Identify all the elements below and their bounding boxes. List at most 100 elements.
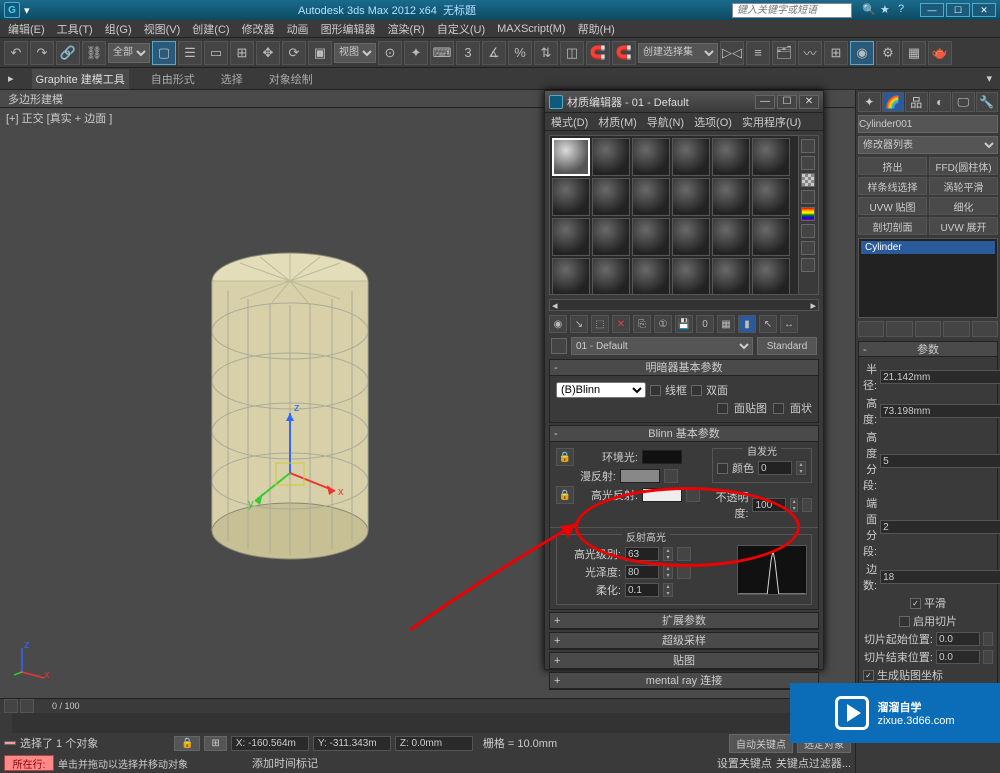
material-slot[interactable]	[712, 218, 750, 256]
gloss-input[interactable]	[625, 565, 659, 579]
curve-editor-icon[interactable]: 〰	[798, 41, 822, 65]
slicefrom-input[interactable]	[936, 632, 980, 646]
specular-swatch[interactable]	[642, 488, 682, 502]
rollout-extended[interactable]: 扩展参数	[550, 613, 818, 629]
mod-btn-splinesel[interactable]: 样条线选择	[858, 177, 927, 195]
angle-snap-icon[interactable]: ∡	[482, 41, 506, 65]
render-setup-icon[interactable]: ⚙	[876, 41, 900, 65]
material-slot[interactable]	[552, 138, 590, 176]
twoside-checkbox[interactable]	[691, 385, 702, 396]
named-sel-set[interactable]: 创建选择集	[638, 43, 718, 63]
go-sibling-icon[interactable]: ↔	[780, 315, 798, 333]
soften-input[interactable]	[625, 583, 659, 597]
material-slot[interactable]	[672, 218, 710, 256]
matmenu-material[interactable]: 材质(M)	[598, 114, 637, 130]
put-to-lib-icon[interactable]: 💾	[675, 315, 693, 333]
configure-sets-icon[interactable]	[972, 321, 998, 337]
genmap-checkbox[interactable]	[863, 670, 874, 681]
rollout-maps[interactable]: 贴图	[550, 653, 818, 669]
material-slot[interactable]	[752, 218, 790, 256]
pin-stack-icon[interactable]	[858, 321, 884, 337]
make-unique-icon[interactable]: ①	[654, 315, 672, 333]
magnet-icon[interactable]: 🧲	[586, 41, 610, 65]
go-parent-icon[interactable]: ↖	[759, 315, 777, 333]
rollout-shader-basic[interactable]: 明暗器基本参数	[550, 360, 818, 376]
show-end-icon[interactable]: ▮	[738, 315, 756, 333]
radius-input[interactable]	[880, 370, 1000, 384]
redo-icon[interactable]: ↷	[30, 41, 54, 65]
video-check-icon[interactable]	[801, 207, 815, 221]
soften-spinner[interactable]	[663, 583, 673, 597]
material-slot[interactable]	[672, 258, 710, 294]
app-logo[interactable]: G	[4, 2, 20, 18]
material-slot[interactable]	[552, 218, 590, 256]
diffuse-map-button[interactable]	[664, 469, 678, 483]
mod-btn-tessellate[interactable]: 细化	[929, 197, 998, 215]
minimize-button[interactable]: —	[920, 3, 944, 17]
mod-btn-unwrap[interactable]: UVW 展开	[929, 217, 998, 235]
help-search-input[interactable]	[732, 3, 852, 18]
material-editor-icon[interactable]: ◉	[850, 41, 874, 65]
spinner-snap-icon[interactable]: ⇅	[534, 41, 558, 65]
rollout-params[interactable]: 参数	[858, 341, 998, 357]
lock-ambient-icon[interactable]: 🔒	[556, 448, 574, 466]
window-crossing-icon[interactable]: ⊞	[230, 41, 254, 65]
material-slot[interactable]	[632, 258, 670, 294]
undo-icon[interactable]: ↶	[4, 41, 28, 65]
rollout-supersample[interactable]: 超级采样	[550, 633, 818, 649]
facemap-checkbox[interactable]	[717, 403, 728, 414]
menu-help[interactable]: 帮助(H)	[578, 21, 615, 37]
show-in-vp-icon[interactable]: ▦	[717, 315, 735, 333]
create-tab-icon[interactable]: ✦	[858, 92, 881, 112]
move-icon[interactable]: ✥	[256, 41, 280, 65]
reset-map-icon[interactable]: ✕	[612, 315, 630, 333]
matmenu-options[interactable]: 选项(O)	[694, 114, 732, 130]
ribbon-tab-selection[interactable]: 选择	[217, 69, 247, 89]
make-preview-icon[interactable]	[801, 224, 815, 238]
si-value-input[interactable]	[758, 461, 792, 475]
material-slot[interactable]	[632, 138, 670, 176]
menu-rendering[interactable]: 渲染(R)	[388, 21, 425, 37]
time-slider[interactable]: 0 / 100	[12, 713, 843, 733]
lock-specular-icon[interactable]: 🔒	[556, 486, 574, 504]
link-icon[interactable]: 🔗	[56, 41, 80, 65]
timeconfig-icon2[interactable]	[20, 699, 34, 713]
remove-modifier-icon[interactable]	[943, 321, 969, 337]
edged-icon[interactable]: ◫	[560, 41, 584, 65]
modify-tab-icon[interactable]: 🌈	[882, 92, 905, 112]
specular-map-button[interactable]	[686, 488, 700, 502]
motion-tab-icon[interactable]: ◐	[929, 92, 952, 112]
modifier-stack[interactable]: Cylinder	[858, 238, 998, 318]
shader-type-select[interactable]: (B)Blinn	[556, 382, 646, 398]
mod-btn-turbosmooth[interactable]: 涡轮平滑	[929, 177, 998, 195]
assign-icon[interactable]: ⬚	[591, 315, 609, 333]
material-slot[interactable]	[712, 258, 750, 294]
macro-record-icon[interactable]	[4, 741, 16, 745]
select-object-icon[interactable]: ▢	[152, 41, 176, 65]
ambient-swatch[interactable]	[642, 450, 682, 464]
sides-input[interactable]	[880, 570, 1000, 584]
matmenu-navigation[interactable]: 导航(N)	[647, 114, 684, 130]
height-input[interactable]	[880, 404, 1000, 418]
material-slot[interactable]	[592, 138, 630, 176]
sample-uv-icon[interactable]	[801, 190, 815, 204]
show-end-result-icon[interactable]	[886, 321, 912, 337]
menu-group[interactable]: 组(G)	[105, 21, 132, 37]
make-copy-icon[interactable]: ⎘	[633, 315, 651, 333]
utilities-tab-icon[interactable]: 🔧	[976, 92, 999, 112]
search-icon[interactable]: 🔍	[862, 3, 876, 17]
coord-x[interactable]: X: -160.564m	[231, 736, 309, 751]
material-name-input[interactable]: 01 - Default	[571, 337, 753, 355]
favorite-icon[interactable]: ★	[880, 3, 894, 17]
opacity-spinner[interactable]	[790, 498, 797, 512]
magnet2-icon[interactable]: 🧲	[612, 41, 636, 65]
pivot-icon[interactable]: ⊙	[378, 41, 402, 65]
put-to-scene-icon[interactable]: ↘	[570, 315, 588, 333]
selection-filter[interactable]: 全部	[108, 43, 150, 63]
unlink-icon[interactable]: ⛓	[82, 41, 106, 65]
display-tab-icon[interactable]: 🖵	[952, 92, 975, 112]
ref-coord-system[interactable]: 视图	[334, 43, 376, 63]
select-rect-icon[interactable]: ▭	[204, 41, 228, 65]
material-type-button[interactable]: Standard	[757, 337, 817, 355]
align-icon[interactable]: ≡	[746, 41, 770, 65]
